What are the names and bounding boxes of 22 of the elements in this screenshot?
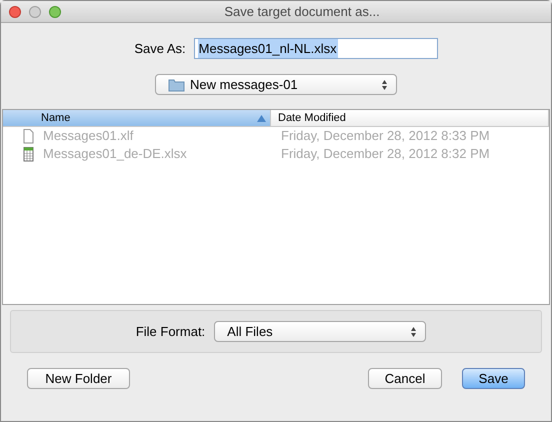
column-header[interactable]: Date Modified [271, 110, 549, 126]
updown-arrows-icon [410, 326, 418, 338]
dialog-button[interactable]: Cancel [368, 368, 442, 389]
sort-arrow-icon [257, 114, 266, 122]
dialog-button[interactable]: Save [462, 368, 525, 389]
file-format-label: File Format: [136, 322, 206, 341]
save-as-label: Save As: [134, 40, 186, 58]
dialog-button[interactable]: New Folder [27, 368, 130, 389]
date-modified: Friday, December 28, 2012 8:32 PM [281, 145, 490, 164]
filename-field[interactable]: Messages01_nl-NL.xlsx [194, 38, 438, 59]
column-header[interactable]: Name [3, 110, 271, 126]
document-icon [23, 128, 34, 144]
window-title: Save target document as... [224, 2, 380, 21]
date-modified: Friday, December 28, 2012 8:33 PM [281, 127, 490, 146]
file-format-popup[interactable]: All Files [214, 321, 426, 342]
close-button[interactable] [9, 6, 21, 18]
folder-icon [168, 78, 185, 92]
updown-arrows-icon [381, 78, 388, 90]
minimize-button[interactable] [29, 6, 41, 18]
spreadsheet-icon [23, 146, 34, 162]
zoom-button[interactable] [49, 6, 61, 18]
location-popup[interactable]: New messages-01 [155, 74, 397, 95]
